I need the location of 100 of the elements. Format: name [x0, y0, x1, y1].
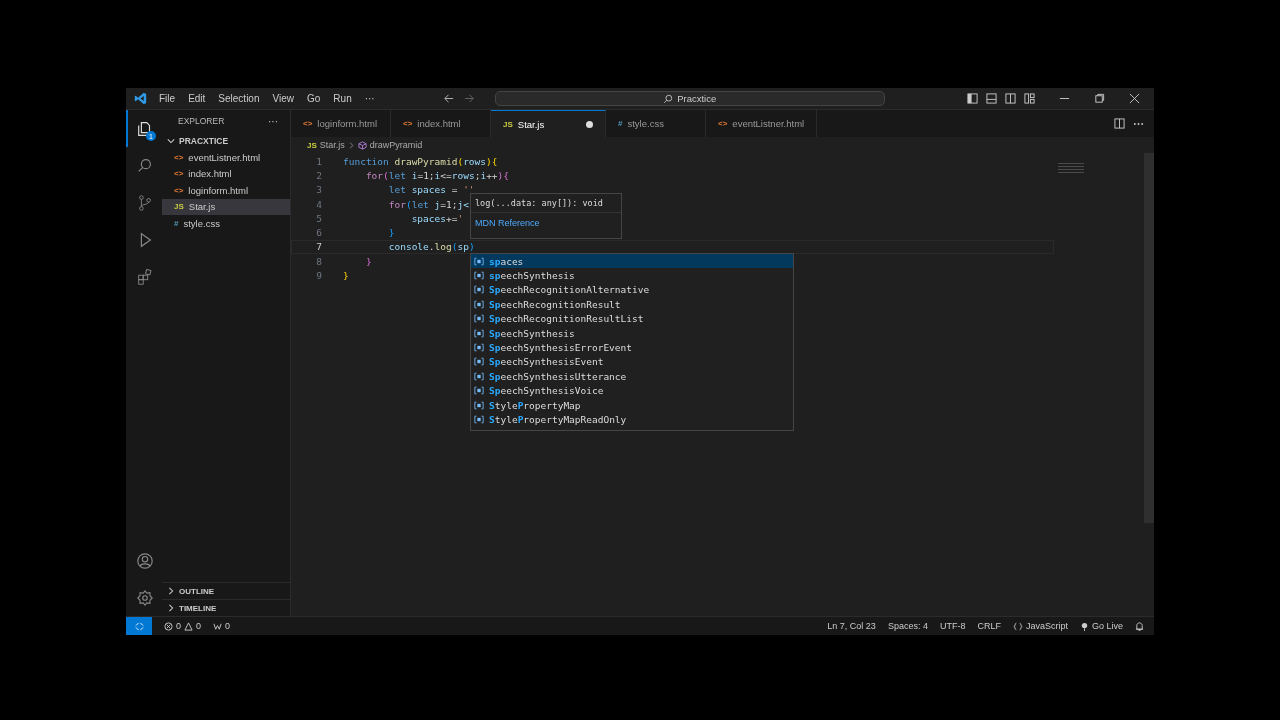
restore-icon[interactable] [1094, 93, 1105, 104]
file-type-icon: <> [718, 119, 728, 128]
notification-bell-icon[interactable] [1135, 621, 1144, 631]
code-line: function drawPyramid(rows){ [343, 155, 498, 167]
explorer-entry[interactable]: <> index.html [162, 165, 290, 182]
variable-icon [474, 271, 484, 281]
explorer-entry[interactable]: # style.css [162, 215, 290, 232]
line-number: 4 [315, 198, 323, 210]
suggestion-item[interactable]: StylePropertyMap [471, 397, 793, 413]
variable-icon [474, 357, 484, 367]
line-number: 7 [315, 241, 323, 253]
file-name: Star.js [188, 201, 216, 213]
indentation-button[interactable]: Spaces: 4 [887, 621, 928, 631]
suggestion-item[interactable]: spaces [471, 254, 793, 269]
reference-link[interactable]: MDN Reference [471, 213, 621, 233]
scrollbar[interactable] [1144, 153, 1154, 523]
problems-button[interactable]: 0 0 [164, 621, 202, 631]
breadcrumb-item[interactable]: Star.js [319, 140, 345, 150]
error-count: 0 [176, 621, 181, 631]
code-line: } [343, 270, 349, 281]
suggestion-item[interactable]: SpeechSynthesisUtterance [471, 369, 793, 384]
file-type-icon: JS [503, 119, 513, 129]
settings-icon[interactable] [136, 588, 154, 607]
explorer-entry[interactable]: JS Star.js [162, 198, 290, 215]
menu-item[interactable]: File [159, 93, 176, 104]
back-arrow-icon[interactable] [442, 93, 454, 104]
tab-label: style.css [627, 118, 664, 129]
explorer-entry[interactable]: <> eventListner.html [162, 149, 290, 166]
language-button[interactable]: JavaScript [1012, 621, 1068, 631]
panel-title: EXPLORER [178, 116, 225, 126]
menu-item[interactable]: ··· [364, 93, 375, 104]
extensions-icon[interactable] [136, 267, 154, 286]
section-header[interactable]: OUTLINE [162, 582, 290, 599]
layout-grid-icon[interactable] [1024, 93, 1035, 104]
cursor-position[interactable]: Ln 7, Col 23 [827, 621, 876, 631]
code-line: for(let i=1;i<=rows;i++){ [364, 169, 510, 181]
tab-label: eventListner.html [732, 118, 805, 129]
code-line: spaces+=' [410, 212, 464, 224]
more-actions-icon[interactable] [1133, 121, 1144, 126]
suggestion-item[interactable]: SpeechSynthesis [471, 325, 793, 341]
chevron-icon [167, 604, 175, 612]
more-actions-button[interactable]: ··· [268, 115, 278, 127]
sidebar-toggle-icon[interactable] [967, 93, 978, 104]
suggestion-item[interactable]: SpeechSynthesisEvent [471, 354, 793, 370]
panel-toggle-icon[interactable] [986, 93, 997, 104]
file-type-icon: <> [174, 185, 184, 195]
suggestion-item[interactable]: StylePropertyMapReadOnly [471, 412, 793, 427]
file-name: style.css [183, 217, 220, 229]
encoding-button[interactable]: UTF-8 [939, 621, 966, 631]
account-icon[interactable] [136, 551, 154, 570]
menu-item[interactable]: Go [307, 93, 321, 104]
line-ending-button[interactable]: CRLF [977, 621, 1001, 631]
editor-tab[interactable]: <> eventListner.html [706, 110, 818, 137]
editor-tab[interactable]: # style.css [606, 110, 706, 137]
suggestion-item[interactable]: SpeechRecognitionResult [471, 297, 793, 312]
suggestion-item[interactable]: SpeechSynthesisErrorEvent [471, 340, 793, 355]
folder-header[interactable]: PRACXTICE [162, 132, 290, 149]
suggestion-item[interactable]: speechSynthesis [471, 268, 793, 283]
line-number: 5 [315, 212, 323, 224]
variable-icon [474, 400, 484, 410]
forward-arrow-icon[interactable] [463, 93, 475, 104]
broadcast-icon [1079, 621, 1089, 631]
source-control-icon[interactable] [136, 193, 154, 212]
menu-item[interactable]: View [272, 93, 294, 104]
line-number: 8 [315, 255, 323, 267]
go-live-button[interactable]: Go Live [1079, 621, 1123, 631]
file-name: eventListner.html [188, 151, 261, 163]
variable-icon [474, 285, 484, 295]
menu-item[interactable]: Edit [188, 93, 206, 104]
close-icon[interactable] [1129, 93, 1140, 104]
menu-item[interactable]: Run [333, 93, 352, 104]
app-logo-icon [134, 92, 147, 105]
search-icon[interactable] [136, 156, 154, 175]
tab-label: loginform.html [317, 118, 377, 129]
search-field[interactable]: Pracxtice [494, 91, 885, 106]
variable-icon [474, 256, 484, 266]
function-icon [357, 140, 367, 150]
signature-text: log(...data: any[]): void [471, 194, 621, 213]
unsaved-dot-icon [586, 120, 593, 128]
ports-button[interactable]: 0 [213, 621, 231, 631]
code-line: let spaces = '' [387, 184, 475, 196]
chevron-icon [347, 141, 355, 149]
file-type-icon: JS [174, 202, 184, 212]
warning-count: 0 [196, 621, 202, 631]
menu-item[interactable]: Selection [218, 93, 260, 104]
editor-tab[interactable]: <> loginform.html [291, 110, 391, 137]
file-name: index.html [188, 168, 232, 180]
suggestion-item[interactable]: SpeechRecognitionResultList [471, 311, 793, 326]
explorer-entry[interactable]: <> loginform.html [162, 182, 290, 199]
split-editor-icon[interactable] [1114, 118, 1125, 129]
editor-tab[interactable]: JS Star.js [491, 110, 606, 137]
suggestion-item[interactable]: SpeechSynthesisVoice [471, 383, 793, 398]
split-layout-icon[interactable] [1005, 93, 1016, 104]
suggestion-item[interactable]: SpeechRecognitionAlternative [471, 282, 793, 298]
search-icon [663, 93, 674, 104]
line-number: 1 [315, 155, 323, 167]
variable-icon [474, 371, 484, 381]
breadcrumb-item[interactable]: drawPyramid [369, 140, 423, 150]
chevron-icon [167, 587, 175, 595]
code-line: } [364, 255, 372, 267]
